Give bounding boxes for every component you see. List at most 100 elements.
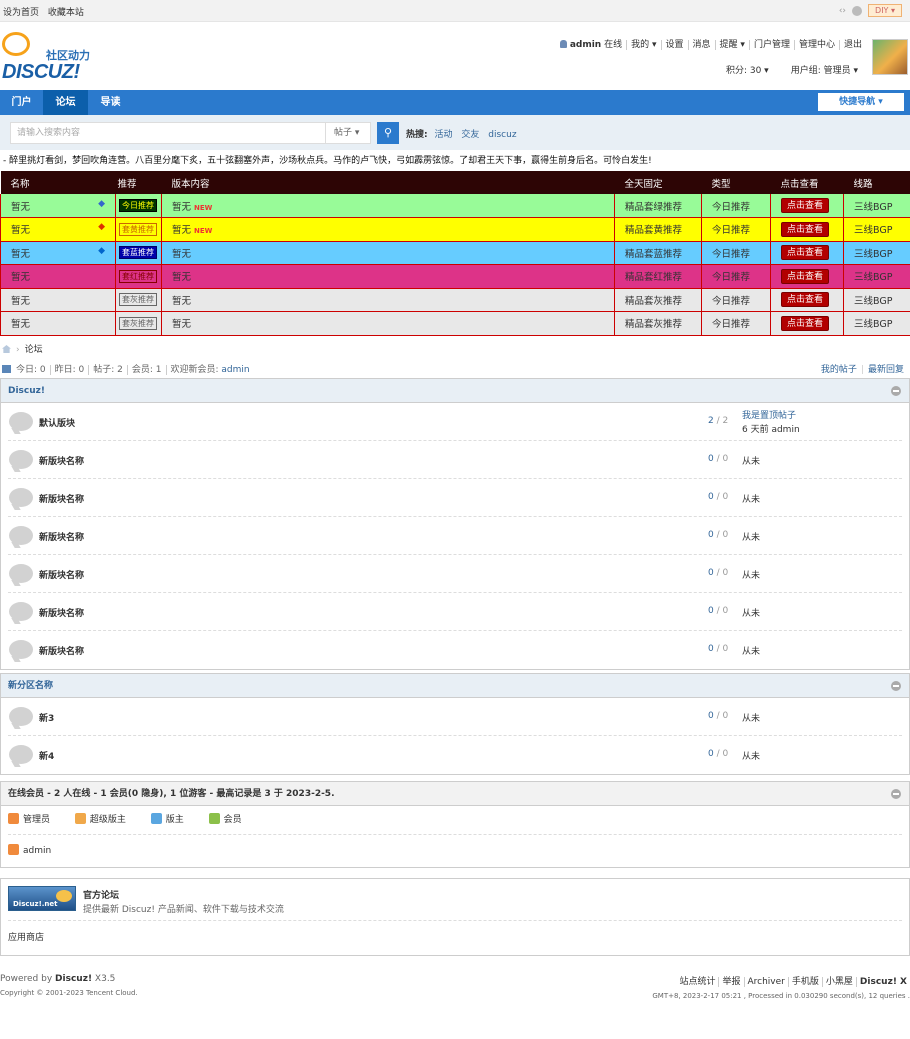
forum-name[interactable]: 默认版块 <box>39 416 75 429</box>
credits-menu[interactable]: 积分: 30 ▾ <box>726 63 769 76</box>
forum-bubble-icon[interactable] <box>9 640 33 659</box>
promo-name[interactable]: 暂无 ◆ <box>0 217 116 242</box>
footer-link[interactable]: Discuz! X <box>855 977 910 987</box>
recommend-badge[interactable]: 套黄推荐 <box>119 222 157 236</box>
promo-name[interactable]: 暂无 ◆ <box>0 194 116 218</box>
forum-name[interactable]: 新4 <box>39 749 54 762</box>
remind-menu[interactable]: 提醒 ▾ <box>714 40 749 50</box>
forum-bubble-icon[interactable] <box>9 745 33 764</box>
forum-name[interactable]: 新版块名称 <box>39 606 84 619</box>
quick-nav-button[interactable]: 快捷导航 ▾ <box>818 93 904 111</box>
promo-content[interactable]: 暂无 NEW <box>161 217 615 242</box>
forum-name[interactable]: 新版块名称 <box>39 568 84 581</box>
forum-name[interactable]: 新版块名称 <box>39 644 84 657</box>
last-post-meta: 从未 <box>742 571 761 581</box>
diy-button[interactable]: DIY ▾ <box>868 4 902 17</box>
app-store-link[interactable]: 应用商店 <box>8 921 902 955</box>
breadcrumb-current[interactable]: 论坛 <box>25 345 43 355</box>
search-type-select[interactable]: 帖子 ▾ <box>325 122 371 144</box>
my-posts-link[interactable]: 我的帖子 <box>817 365 861 375</box>
latest-replies-link[interactable]: 最新回复 <box>864 365 908 375</box>
messages-link[interactable]: 消息 <box>687 40 715 50</box>
footer-link[interactable]: 手机版 <box>787 977 822 987</box>
promo-content[interactable]: 暂无 <box>161 288 615 312</box>
recommend-badge[interactable]: 套灰推荐 <box>119 293 157 307</box>
last-post-link[interactable]: 我是置顶帖子 <box>742 409 800 423</box>
promo-content[interactable]: 暂无 <box>161 264 615 289</box>
link-desc: 提供最新 Discuz! 产品新闻、软件下载与技术交流 <box>83 905 284 915</box>
forum-bubble-icon[interactable] <box>9 602 33 621</box>
set-home-link[interactable]: 设为首页 <box>3 8 39 18</box>
hot-search-link[interactable]: 活动 <box>434 130 452 140</box>
category-title[interactable]: Discuz! <box>1 379 909 403</box>
forum-bubble-icon[interactable] <box>9 707 33 726</box>
forum-bubble-icon[interactable] <box>9 488 33 507</box>
promo-line: 三线BGP <box>843 217 910 242</box>
forum-name[interactable]: 新版块名称 <box>39 492 84 505</box>
view-button[interactable]: 点击查看 <box>781 315 830 331</box>
nav-portal[interactable]: 门户 <box>0 90 43 115</box>
palette-icon[interactable] <box>852 5 863 16</box>
forum-count: 0 / 0 <box>708 530 729 540</box>
hot-search-link[interactable]: 交友 <box>461 130 479 140</box>
recommend-badge[interactable]: 套灰推荐 <box>119 316 157 330</box>
collapse-icon[interactable] <box>891 386 901 396</box>
recommend-badge[interactable]: 套红推荐 <box>119 269 157 283</box>
collapse-icon[interactable] <box>891 789 901 799</box>
avatar[interactable] <box>872 39 908 75</box>
promo-content[interactable]: 暂无 <box>161 241 615 265</box>
promo-name[interactable]: 暂无 <box>0 311 116 336</box>
view-button[interactable]: 点击查看 <box>781 245 830 261</box>
promo-content[interactable]: 暂无 NEW <box>161 194 615 218</box>
view-button[interactable]: 点击查看 <box>781 292 830 308</box>
search-input[interactable]: 请输入搜索内容 <box>10 122 326 144</box>
nav-guide[interactable]: 导读 <box>88 90 133 115</box>
footer-link[interactable]: 站点统计 <box>676 977 718 987</box>
newest-member-link[interactable]: admin <box>221 365 249 375</box>
forum-bubble-icon[interactable] <box>9 450 33 469</box>
link-item[interactable]: Discuz!.net 官方论坛 提供最新 Discuz! 产品新闻、软件下载与… <box>8 879 902 921</box>
view-button[interactable]: 点击查看 <box>781 268 830 284</box>
recommend-badge[interactable]: 今日推荐 <box>119 199 157 212</box>
discuz-net-logo[interactable]: Discuz!.net <box>8 886 76 911</box>
forum-bubble-icon[interactable] <box>9 412 33 431</box>
username-link[interactable]: admin <box>570 40 601 50</box>
promo-name[interactable]: 暂无 ◆ <box>0 241 116 265</box>
admin-center-link[interactable]: 管理中心 <box>793 40 839 50</box>
hot-search-link[interactable]: discuz <box>488 130 516 140</box>
footer-link[interactable]: 小黑屋 <box>821 977 856 987</box>
online-title[interactable]: 在线会员 - 2 人在线 - 1 会员(0 隐身), 1 位游客 - 最高记录是… <box>1 782 909 806</box>
view-button[interactable]: 点击查看 <box>781 221 830 237</box>
settings-link[interactable]: 设置 <box>660 40 688 50</box>
nav-forum[interactable]: 论坛 <box>43 90 88 115</box>
footer-left: Powered by Discuz! X3.5 Copyright © 2001… <box>0 974 138 997</box>
search-button[interactable]: ⚲ <box>377 122 399 144</box>
promo-name[interactable]: 暂无 <box>0 264 116 289</box>
online-user[interactable]: admin <box>8 844 51 856</box>
collapse-icon[interactable] <box>891 681 901 691</box>
forum-bubble-icon[interactable] <box>9 564 33 583</box>
forum-name[interactable]: 新版块名称 <box>39 530 84 543</box>
footer-link[interactable]: Archiver <box>743 977 788 987</box>
footer-link[interactable]: 举报 <box>718 977 744 987</box>
my-menu[interactable]: 我的 ▾ <box>626 40 660 50</box>
portal-admin-link[interactable]: 门户管理 <box>748 40 794 50</box>
recommend-badge[interactable]: 套蓝推荐 <box>119 246 157 260</box>
promo-content[interactable]: 暂无 <box>161 311 615 336</box>
bookmark-link[interactable]: 收藏本站 <box>48 8 84 18</box>
forum-stats: 今日: 0 昨日: 0 帖子: 2 会员: 1 欢迎新会员: admin <box>2 362 254 375</box>
view-button[interactable]: 点击查看 <box>781 198 830 213</box>
logout-link[interactable]: 退出 <box>838 40 866 50</box>
stats-chart-icon[interactable] <box>2 365 11 373</box>
link-title[interactable]: 官方论坛 <box>83 888 119 901</box>
site-logo[interactable]: 社区动力 DISCUZ! <box>2 30 102 83</box>
usergroup-menu[interactable]: 用户组: 管理员 ▾ <box>791 63 858 76</box>
code-icon[interactable]: ‹› <box>839 6 846 16</box>
category-title[interactable]: 新分区名称 <box>1 674 909 698</box>
forum-name[interactable]: 新版块名称 <box>39 454 84 467</box>
home-icon[interactable] <box>2 345 11 353</box>
forum-name[interactable]: 新3 <box>39 711 54 724</box>
footer-brand[interactable]: Discuz! <box>55 974 92 984</box>
promo-name[interactable]: 暂无 <box>0 288 116 312</box>
forum-bubble-icon[interactable] <box>9 526 33 545</box>
